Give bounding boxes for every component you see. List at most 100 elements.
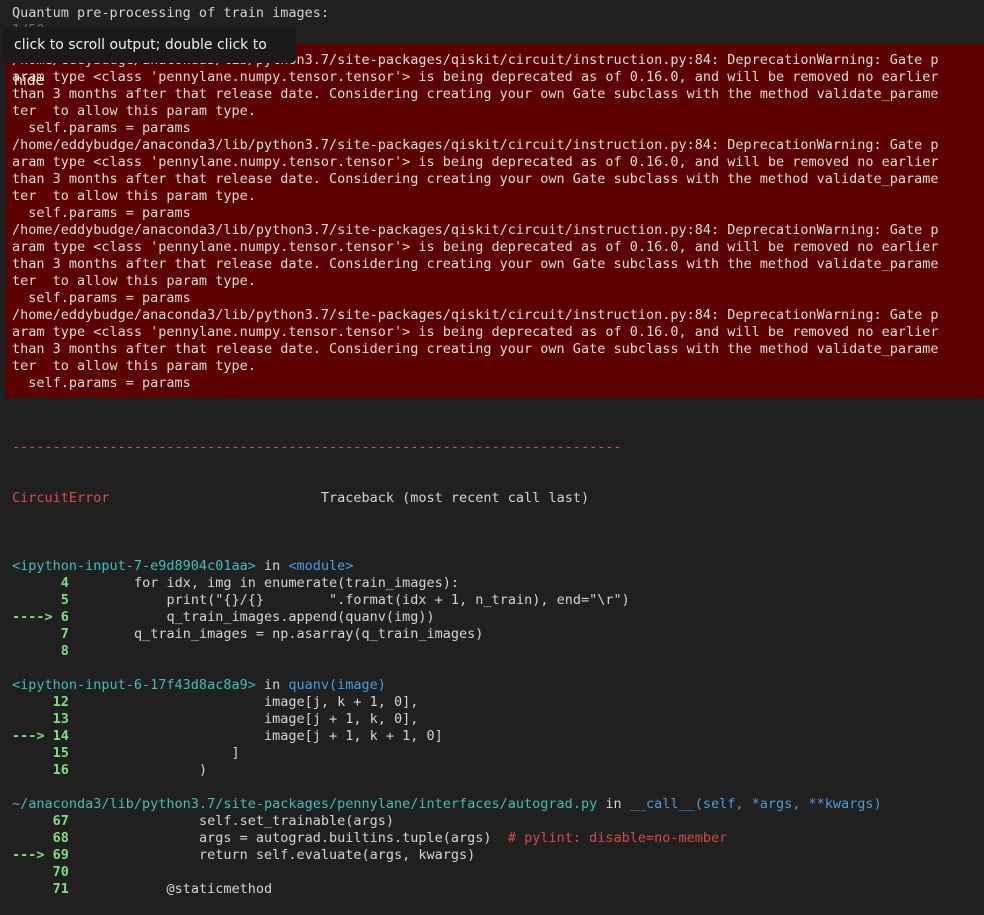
code-line: 71 @staticmethod	[12, 881, 882, 898]
code-line: ---> 69 return self.evaluate(args, kwarg…	[12, 847, 882, 864]
line-code: image[j, k + 1, 0],	[68, 694, 419, 710]
line-number: 71	[52, 881, 69, 897]
stderr-line: aram type <class 'pennylane.numpy.tensor…	[12, 324, 939, 340]
code-line: 12 image[j, k + 1, 0],	[12, 694, 882, 711]
stderr-line: than 3 months after that release date. C…	[12, 86, 939, 102]
frame-in: in	[597, 796, 630, 812]
frame-header: <ipython-input-7-e9d8904c01aa> in <modul…	[12, 558, 882, 575]
line-arrow	[12, 813, 53, 829]
traceback-header-text: Traceback (most recent call last)	[109, 490, 590, 506]
code-line: 67 self.set_trainable(args)	[12, 813, 882, 830]
code-line: 15 ]	[12, 745, 882, 762]
code-line: ----> 6 q_train_images.append(quanv(img)…	[12, 609, 882, 626]
line-code: for idx, img in enumerate(train_images):	[68, 575, 460, 591]
stderr-line: ter to allow this param type.	[12, 273, 256, 289]
stderr-line: /home/eddybudge/anaconda3/lib/python3.7/…	[12, 137, 939, 153]
line-arrow	[12, 711, 53, 727]
frame-header: <ipython-input-6-17f43d8ac8a9> in quanv(…	[12, 677, 882, 694]
stderr-line: self.params = params	[12, 120, 191, 136]
line-number: 69	[52, 847, 69, 863]
line-number: 15	[52, 745, 69, 761]
code-line: ---> 14 image[j + 1, k + 1, 0]	[12, 728, 882, 745]
frame-spacer	[12, 779, 882, 796]
line-arrow	[12, 762, 53, 778]
line-code: image[j + 1, k, 0],	[68, 711, 419, 727]
line-arrow	[12, 881, 53, 897]
line-code: @staticmethod	[68, 881, 273, 897]
stderr-line: than 3 months after that release date. C…	[12, 341, 939, 357]
line-arrow: ---->	[12, 609, 61, 625]
scroll-tooltip[interactable]: click to scroll output; double click to …	[3, 27, 296, 89]
line-code: image[j + 1, k + 1, 0]	[68, 728, 443, 744]
line-arrow	[12, 864, 53, 880]
stderr-line: self.params = params	[12, 290, 191, 306]
line-arrow	[12, 830, 53, 846]
stderr-line: aram type <class 'pennylane.numpy.tensor…	[12, 154, 939, 170]
line-arrow: --->	[12, 847, 53, 863]
line-number: 68	[52, 830, 69, 846]
stderr-line: /home/eddybudge/anaconda3/lib/python3.7/…	[12, 222, 939, 238]
line-arrow: --->	[12, 728, 53, 744]
frame-header: ~/anaconda3/lib/python3.7/site-packages/…	[12, 796, 882, 813]
line-number: 7	[60, 626, 69, 642]
line-arrow	[12, 626, 61, 642]
line-code: return self.evaluate(args, kwargs)	[68, 847, 476, 863]
stderr-output[interactable]: /home/eddybudge/anaconda3/lib/python3.7/…	[6, 44, 984, 398]
frame-in: in	[255, 558, 289, 574]
stderr-line: self.params = params	[12, 375, 191, 391]
code-line: 16 )	[12, 762, 882, 779]
line-number: 14	[52, 728, 69, 744]
line-number: 16	[52, 762, 69, 778]
code-line: 4 for idx, img in enumerate(train_images…	[12, 575, 882, 592]
stderr-line: ter to allow this param type.	[12, 358, 256, 374]
frame-file[interactable]: <ipython-input-6-17f43d8ac8a9>	[12, 677, 256, 693]
code-line: 13 image[j + 1, k, 0],	[12, 711, 882, 728]
code-line: 7 q_train_images = np.asarray(q_train_im…	[12, 626, 882, 643]
line-number: 12	[52, 694, 69, 710]
traceback-separator: ----------------------------------------…	[12, 439, 622, 455]
line-arrow	[12, 592, 61, 608]
line-code: )	[68, 762, 208, 778]
frame-in: in	[255, 677, 289, 693]
frame-func: quanv(image)	[288, 677, 386, 693]
line-number: 67	[52, 813, 69, 829]
traceback-output[interactable]: ----------------------------------------…	[12, 405, 882, 915]
code-line: 68 args = autograd.builtins.tuple(args) …	[12, 830, 882, 847]
line-code: self.set_trainable(args)	[68, 813, 395, 829]
line-number: 8	[60, 643, 69, 659]
frame-func: <module>	[288, 558, 354, 574]
code-line: 5 print("{}/{} ".format(idx + 1, n_train…	[12, 592, 882, 609]
line-number: 4	[60, 575, 69, 591]
line-number: 5	[60, 592, 69, 608]
line-code: print("{}/{} ".format(idx + 1, n_train),…	[68, 592, 630, 608]
frame-file[interactable]: ~/anaconda3/lib/python3.7/site-packages/…	[12, 796, 597, 812]
stderr-line: ter to allow this param type.	[12, 103, 256, 119]
line-number: 6	[60, 609, 69, 625]
stderr-line: aram type <class 'pennylane.numpy.tensor…	[12, 239, 939, 255]
frame-spacer	[12, 660, 882, 677]
stderr-line: self.params = params	[12, 205, 191, 221]
frame-spacer	[12, 541, 882, 558]
stdout-title: Quantum pre-processing of train images:	[12, 5, 329, 21]
line-number: 70	[52, 864, 69, 880]
line-code: q_train_images = np.asarray(q_train_imag…	[68, 626, 484, 642]
stderr-line: ter to allow this param type.	[12, 188, 256, 204]
traceback-frames: <ipython-input-7-e9d8904c01aa> in <modul…	[12, 541, 882, 898]
traceback-header: CircuitError Traceback (most recent call…	[12, 490, 882, 507]
code-line: 8	[12, 643, 882, 660]
stderr-line: /home/eddybudge/anaconda3/lib/python3.7/…	[12, 307, 939, 323]
line-arrow	[12, 745, 53, 761]
line-code: q_train_images.append(quanv(img))	[68, 609, 435, 625]
line-code: args = autograd.builtins.tuple(args)	[68, 830, 508, 846]
frame-func: __call__(self, *args, **kwargs)	[629, 796, 882, 812]
stderr-line: aram type <class 'pennylane.numpy.tensor…	[12, 69, 939, 85]
frame-file[interactable]: <ipython-input-7-e9d8904c01aa>	[12, 558, 256, 574]
code-line: 70	[12, 864, 882, 881]
line-number: 13	[52, 711, 69, 727]
line-comment: # pylint: disable=no-member	[507, 830, 728, 846]
stderr-line: than 3 months after that release date. C…	[12, 256, 939, 272]
stderr-line: than 3 months after that release date. C…	[12, 171, 939, 187]
line-code: ]	[68, 745, 240, 761]
line-arrow	[12, 643, 61, 659]
error-name: CircuitError	[12, 490, 110, 506]
